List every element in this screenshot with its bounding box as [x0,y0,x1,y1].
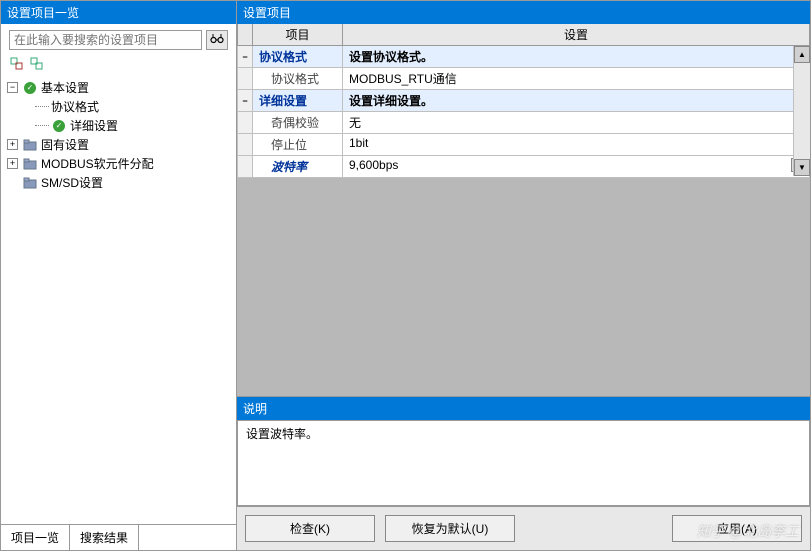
apply-button[interactable]: 应用(A) [672,515,802,542]
section-val: 设置详细设置。 [343,90,810,112]
tree-label: 详细设置 [70,117,118,134]
grid-header-value: 设置 [343,24,810,46]
right-panel: 设置项目 项目 设置 − 协议格式 设置协议格式。 协议格式 MODBUS_RT… [237,0,811,551]
tree-label: 基本设置 [41,79,89,96]
section-key: 详细设置 [253,90,343,112]
tree-node-protocol[interactable]: 协议格式 [35,97,230,116]
grid-val[interactable]: 1bit [343,134,810,156]
grid-panel-title: 设置项目 [237,1,810,24]
folder-icon [22,175,38,191]
section-val: 设置协议格式。 [343,46,810,68]
tree-toggle-icon[interactable]: + [7,158,18,169]
button-row: 检查(K) 恢复为默认(U) 应用(A) [237,506,810,550]
restore-default-button[interactable]: 恢复为默认(U) [385,515,515,542]
tree-toggle-icon[interactable]: − [7,82,18,93]
grid-val[interactable]: MODBUS_RTU通信 [343,68,810,90]
left-tabs: 项目一览 搜索结果 [1,524,236,550]
grid-header: 项目 设置 [237,24,810,46]
grid-val[interactable]: 无 [343,112,810,134]
section-key: 协议格式 [253,46,343,68]
tree-toggle-icon[interactable]: + [7,139,18,150]
settings-tree[interactable]: − ✓ 基本设置 协议格式 ✓ 详细设置 + 固有设置 + MODBUS [1,74,236,524]
grid-val[interactable]: 9,600bps ▼ [343,156,810,178]
expand-all-icon[interactable] [29,56,45,72]
grid-body: − 协议格式 设置协议格式。 协议格式 MODBUS_RTU通信 − 详细设置 … [237,46,810,396]
check-button[interactable]: 检查(K) [245,515,375,542]
vertical-scrollbar[interactable]: ▲ ▼ [793,46,810,176]
grid-row[interactable]: 协议格式 MODBUS_RTU通信 [237,68,810,90]
description-panel: 说明 设置波特率。 [237,396,810,506]
grid-section-header[interactable]: − 协议格式 设置协议格式。 [237,46,810,68]
left-panel: 设置项目一览 − ✓ 基本设置 协 [0,0,237,551]
scroll-up-button[interactable]: ▲ [794,46,810,63]
tab-item-list[interactable]: 项目一览 [1,525,70,550]
grid-key: 奇偶校验 [253,112,343,134]
tree-line-icon [35,106,49,107]
collapse-all-icon[interactable] [9,56,25,72]
tree-node-modbus[interactable]: + MODBUS软元件分配 [7,154,230,173]
section-toggle[interactable]: − [237,90,253,112]
grid-val-text: 9,600bps [349,158,398,172]
left-panel-title: 设置项目一览 [1,1,236,24]
tree-label: MODBUS软元件分配 [41,155,154,172]
tree-node-smsd[interactable]: SM/SD设置 [7,173,230,192]
scroll-track[interactable] [794,63,810,159]
tree-node-fixed[interactable]: + 固有设置 [7,135,230,154]
binoculars-icon [210,33,224,48]
description-title: 说明 [237,397,810,420]
grid-row[interactable]: 奇偶校验 无 [237,112,810,134]
tree-line-icon [35,125,49,126]
section-toggle[interactable]: − [237,46,253,68]
search-row [1,24,236,54]
grid-key: 波特率 [253,156,343,178]
grid-key: 停止位 [253,134,343,156]
grid-row-active[interactable]: 波特率 9,600bps ▼ [237,156,810,178]
tab-search-results[interactable]: 搜索结果 [70,525,139,550]
folder-icon [22,156,38,172]
grid-row[interactable]: 停止位 1bit [237,134,810,156]
grid-header-item: 项目 [253,24,343,46]
tree-node-detail[interactable]: ✓ 详细设置 [35,116,230,135]
tree-label: SM/SD设置 [41,174,103,191]
tree-toolbar [1,54,236,74]
check-icon: ✓ [51,118,67,134]
tree-label: 协议格式 [51,98,99,115]
check-icon: ✓ [22,80,38,96]
scroll-down-button[interactable]: ▼ [794,159,810,176]
search-button[interactable] [206,30,228,50]
tree-label: 固有设置 [41,136,89,153]
search-input[interactable] [9,30,202,50]
grid-key: 协议格式 [253,68,343,90]
tree-node-basic[interactable]: − ✓ 基本设置 [7,78,230,97]
folder-icon [22,137,38,153]
grid-section-header[interactable]: − 详细设置 设置详细设置。 [237,90,810,112]
description-body: 设置波特率。 [237,420,810,506]
